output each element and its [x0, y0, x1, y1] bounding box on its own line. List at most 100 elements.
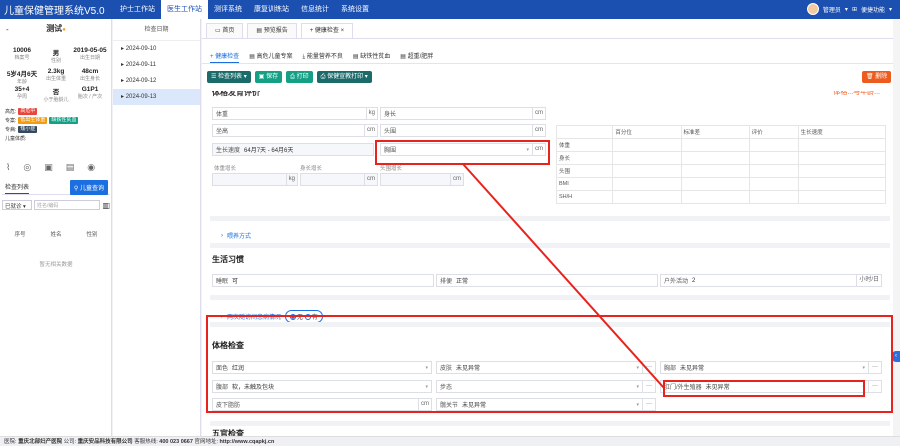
- search-input[interactable]: 姓名/编码: [34, 200, 101, 210]
- abdomen-select[interactable]: 腹部 软，未触及包块 ▾: [212, 380, 432, 393]
- footer-company: 重庆安品科技有限公司: [77, 439, 133, 445]
- page-tabs: ▭ 首页 ▤ 预览报告 + 健康检查 ×: [202, 19, 893, 39]
- section-divider: [210, 421, 890, 426]
- field-label: 排便: [440, 279, 453, 285]
- subtab-obesity[interactable]: ▤ 超重/肥胖: [400, 50, 433, 63]
- main-scrollbar[interactable]: [893, 19, 900, 436]
- more-button[interactable]: ···: [868, 381, 881, 392]
- close-icon[interactable]: ×: [341, 28, 345, 34]
- nav-doctor-station[interactable]: 医生工作站: [161, 0, 208, 19]
- row-label: 头围: [555, 164, 614, 178]
- section-title-physical: 体格检查: [212, 341, 244, 350]
- subtab-malnutrition[interactable]: ⤓ 能量营养不良: [303, 50, 343, 63]
- tab-label: 首页: [222, 28, 235, 34]
- section-divider: [210, 322, 890, 327]
- quick-menu[interactable]: 便捷功能: [861, 5, 885, 14]
- subtab-high-risk[interactable]: ▤ 高危儿童专案: [249, 50, 292, 63]
- unit-label: cm: [532, 144, 545, 155]
- col-sd: 标准差: [680, 125, 750, 139]
- tab-preview-report[interactable]: ▤ 预览报告: [247, 23, 297, 38]
- subtab-label: 高危儿童专案: [256, 54, 293, 60]
- save-button[interactable]: ▣ 保存: [254, 71, 283, 83]
- date-item[interactable]: ▸ 2024-09-12: [113, 73, 200, 89]
- tab-health-check[interactable]: + 健康检查 ×: [300, 23, 354, 38]
- sitting-height-field[interactable]: 坐高 cm: [212, 124, 378, 137]
- stat-birth-weight: 2.3kg 出生体重: [38, 68, 74, 82]
- more-button[interactable]: ···: [642, 362, 655, 373]
- tab-home[interactable]: ▭ 首页: [206, 23, 244, 38]
- row-label: BMI: [555, 177, 614, 191]
- grid-icon: ⊞: [851, 6, 857, 13]
- more-button[interactable]: ···: [868, 362, 881, 373]
- nav-statistics[interactable]: 信息统计: [295, 0, 335, 19]
- hip-joint-select[interactable]: 髋关节 未见异常 ▾ ···: [436, 398, 656, 411]
- chart-icon[interactable]: ▤: [66, 162, 75, 173]
- table-row: SH/H: [555, 190, 887, 204]
- stat-label: 档案号: [14, 55, 30, 61]
- date-item[interactable]: ▸ 2024-09-10: [113, 41, 200, 57]
- growth-speed-field: 生长速度 64月7天 - 64月6天: [212, 143, 374, 156]
- visit-status-select[interactable]: 已就诊 ▾: [2, 200, 32, 210]
- delete-button[interactable]: 🗑 删除: [862, 71, 892, 83]
- user-box[interactable]: 管理员 ▾ ⊞ 便捷功能 ▾: [806, 3, 892, 15]
- subtab-anemia[interactable]: ▤ 缺铁性贫血: [353, 50, 390, 63]
- subtab-label: 健康检查: [215, 54, 240, 60]
- subtab-health-check[interactable]: + 健康检查: [210, 50, 240, 63]
- incr-head-field: cm: [380, 173, 464, 186]
- print-button[interactable]: ⎙ 打印: [286, 71, 313, 83]
- nav-assessment[interactable]: 测评系统: [208, 0, 248, 19]
- radio-some[interactable]: [304, 314, 311, 321]
- child-query-button[interactable]: ⚲ 儿童查询: [69, 180, 108, 195]
- tab-check-list[interactable]: 检查列表: [5, 182, 30, 194]
- globe-icon[interactable]: ◎: [23, 162, 31, 173]
- star-icon: ●: [62, 27, 66, 33]
- genital-select[interactable]: 肛门/外生殖器 未见异常 ▾ ···: [660, 380, 882, 393]
- head-circ-field[interactable]: 头围 cm: [380, 124, 546, 137]
- print-form-button[interactable]: ⎙ 保健宣教打印 ▾: [316, 71, 372, 83]
- radio-none[interactable]: [290, 314, 297, 321]
- height-field[interactable]: 身长 cm: [380, 107, 546, 120]
- feeding-collapse[interactable]: › 喂养方式: [221, 231, 251, 241]
- more-button[interactable]: ···: [642, 399, 655, 410]
- defecation-field[interactable]: 排便 正常: [436, 274, 658, 287]
- weight-field[interactable]: 体重 kg: [212, 107, 378, 120]
- complexion-select[interactable]: 面色 红润 ▾: [212, 361, 432, 374]
- footer-label: 公司:: [63, 439, 77, 445]
- pulse-icon[interactable]: ⌇: [6, 162, 10, 173]
- sleep-field[interactable]: 睡眠可: [212, 274, 434, 287]
- date-item-active[interactable]: ▸ 2024-09-13: [113, 89, 200, 105]
- chevron-right-icon: ›: [221, 232, 223, 239]
- unit-label: cm: [532, 108, 545, 119]
- date-item[interactable]: ▸ 2024-09-11: [113, 57, 200, 73]
- stat-file-no: 10006 档案号: [4, 47, 40, 61]
- nav-nurse-station[interactable]: 护士工作站: [114, 0, 161, 19]
- more-button[interactable]: ···: [642, 381, 655, 392]
- chest-select[interactable]: 胸围 ▾ cm: [380, 143, 546, 156]
- field-label: 步态: [440, 385, 453, 391]
- footer-hospital: 重庆北部妇产医院: [18, 439, 63, 445]
- skin-select[interactable]: 皮肤 未见异常 ▾ ···: [436, 361, 656, 374]
- check-list-button[interactable]: ☰ 检查列表 ▾: [207, 71, 251, 83]
- image-icon[interactable]: ▣: [44, 162, 53, 173]
- tag-row-risk: 高危: 高危中: [5, 108, 38, 115]
- stat-value: 5岁4月6天: [6, 71, 38, 78]
- subtab-label: 能量营养不良: [306, 54, 343, 60]
- unit-label: cm: [418, 399, 431, 410]
- button-label: 保存: [266, 74, 279, 80]
- main-content: ▭ 首页 ▤ 预览报告 + 健康检查 × + 健康检查 ▤ 高危儿童专案 ⤓ 能…: [202, 19, 893, 436]
- eye-icon[interactable]: ◉: [87, 162, 95, 173]
- col-sex: 性别: [86, 232, 98, 238]
- nav-rehab[interactable]: 康复训练站: [248, 0, 295, 19]
- sub-tabs: + 健康检查 ▤ 高危儿童专案 ⤓ 能量营养不良 ▤ 缺铁性贫血 ▤ 超重/肥胖: [202, 50, 893, 64]
- field-label: 肛门/外生殖器: [664, 385, 702, 391]
- outdoor-field[interactable]: 户外活动 2 小时/日: [660, 274, 882, 287]
- user-name: 管理员: [822, 7, 841, 14]
- barcode-icon[interactable]: ▥: [102, 201, 110, 210]
- col-eval: 评价: [748, 125, 799, 139]
- date-text: 2024-09-11: [125, 62, 156, 68]
- side-expand-button[interactable]: ‹: [892, 351, 900, 362]
- subcutaneous-fat-field[interactable]: 皮下脂肪 cm: [212, 398, 432, 411]
- gait-select[interactable]: 步态 ▾ ···: [436, 380, 656, 393]
- chest-exam-select[interactable]: 胸部 未见异常 ▾ ···: [660, 361, 882, 374]
- nav-settings[interactable]: 系统设置: [335, 0, 375, 19]
